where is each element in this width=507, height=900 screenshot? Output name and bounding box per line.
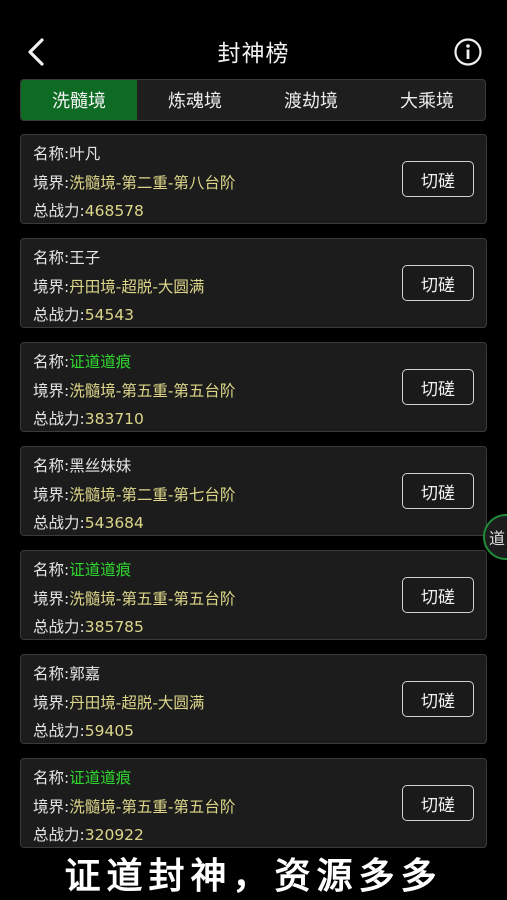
player-power: 54543 [84,306,135,324]
name-label: 名称: [33,249,70,267]
ranking-list: 名称:叶凡 境界:洗髓境-第二重-第八台阶 总战力:468578 切磋 名称:王… [20,134,487,862]
player-card: 名称:王子 境界:丹田境-超脱-大圆满 总战力:54543 切磋 [20,238,487,328]
player-realm: 洗髓境-第五重-第五台阶 [69,798,236,816]
player-name: 郭嘉 [69,665,101,683]
power-line: 总战力:54543 [33,303,134,325]
player-realm: 洗髓境-第五重-第五台阶 [69,590,236,608]
realm-line: 境界:洗髓境-第二重-第八台阶 [33,171,235,193]
name-label: 名称: [33,353,70,371]
player-power: 385785 [84,618,144,636]
name-line: 名称:黑丝妹妹 [33,454,131,476]
realm-label: 境界: [33,590,70,608]
power-label: 总战力: [33,410,85,428]
spar-button[interactable]: 切磋 [402,265,474,301]
realm-label: 境界: [33,174,70,192]
name-line: 名称:证道道痕 [33,558,131,580]
power-line: 总战力:320922 [33,823,144,845]
player-card: 名称:叶凡 境界:洗髓境-第二重-第八台阶 总战力:468578 切磋 [20,134,487,224]
info-icon[interactable] [453,37,483,67]
name-line: 名称:叶凡 [33,142,100,164]
realm-label: 境界: [33,694,70,712]
realm-line: 境界:丹田境-超脱-大圆满 [33,691,204,713]
player-card: 名称:证道道痕 境界:洗髓境-第五重-第五台阶 总战力:385785 切磋 [20,550,487,640]
name-label: 名称: [33,665,70,683]
player-name: 证道道痕 [69,561,132,579]
power-line: 总战力:468578 [33,199,144,221]
screen: 封神榜 洗髓境 炼魂境 渡劫境 大乘境 名称:叶凡 境界:洗髓境-第二重-第八台… [0,0,507,900]
name-label: 名称: [33,769,70,787]
realm-line: 境界:洗髓境-第五重-第五台阶 [33,795,235,817]
realm-line: 境界:丹田境-超脱-大圆满 [33,275,204,297]
realm-line: 境界:洗髓境-第五重-第五台阶 [33,587,235,609]
power-label: 总战力: [33,306,85,324]
power-label: 总战力: [33,618,85,636]
player-realm: 洗髓境-第二重-第八台阶 [69,174,236,192]
player-name: 证道道痕 [69,769,132,787]
power-line: 总战力:59405 [33,719,134,741]
tab-dacheng[interactable]: 大乘境 [369,80,485,120]
tab-dujie[interactable]: 渡劫境 [253,80,369,120]
name-line: 名称:王子 [33,246,100,268]
realm-label: 境界: [33,798,70,816]
power-label: 总战力: [33,826,85,844]
power-label: 总战力: [33,514,85,532]
player-power: 468578 [84,202,144,220]
header-bar: 封神榜 [0,0,507,76]
name-line: 名称:证道道痕 [33,350,131,372]
player-realm: 丹田境-超脱-大圆满 [69,278,205,296]
name-label: 名称: [33,561,70,579]
power-label: 总战力: [33,202,85,220]
realm-line: 境界:洗髓境-第二重-第七台阶 [33,483,235,505]
player-realm: 洗髓境-第五重-第五台阶 [69,382,236,400]
player-card: 名称:证道道痕 境界:洗髓境-第五重-第五台阶 总战力:320922 切磋 [20,758,487,848]
player-realm: 丹田境-超脱-大圆满 [69,694,205,712]
promo-slogan: 证道封神，资源多多 [64,855,443,897]
spar-button[interactable]: 切磋 [402,681,474,717]
player-name: 黑丝妹妹 [69,457,132,475]
name-line: 名称:郭嘉 [33,662,100,684]
player-power: 383710 [84,410,144,428]
name-line: 名称:证道道痕 [33,766,131,788]
player-power: 59405 [84,722,135,740]
player-realm: 洗髓境-第二重-第七台阶 [69,486,236,504]
spar-button[interactable]: 切磋 [402,785,474,821]
spar-button[interactable]: 切磋 [402,577,474,613]
spar-button[interactable]: 切磋 [402,473,474,509]
page-title: 封神榜 [217,41,290,67]
player-card: 名称:黑丝妹妹 境界:洗髓境-第二重-第七台阶 总战力:543684 切磋 [20,446,487,536]
power-line: 总战力:385785 [33,615,144,637]
name-label: 名称: [33,457,70,475]
player-name: 王子 [69,249,101,267]
power-line: 总战力:543684 [33,511,144,533]
player-name: 叶凡 [69,145,101,163]
player-card: 名称:郭嘉 境界:丹田境-超脱-大圆满 总战力:59405 切磋 [20,654,487,744]
realm-label: 境界: [33,382,70,400]
name-label: 名称: [33,145,70,163]
player-power: 320922 [84,826,144,844]
power-label: 总战力: [33,722,85,740]
realm-line: 境界:洗髓境-第五重-第五台阶 [33,379,235,401]
player-card: 名称:证道道痕 境界:洗髓境-第五重-第五台阶 总战力:383710 切磋 [20,342,487,432]
spar-button[interactable]: 切磋 [402,161,474,197]
spar-button[interactable]: 切磋 [402,369,474,405]
tab-lianhun[interactable]: 炼魂境 [137,80,253,120]
power-line: 总战力:383710 [33,407,144,429]
realm-label: 境界: [33,278,70,296]
realm-tabs: 洗髓境 炼魂境 渡劫境 大乘境 [20,79,486,121]
realm-label: 境界: [33,486,70,504]
player-power: 543684 [84,514,144,532]
player-name: 证道道痕 [69,353,132,371]
tab-xisui[interactable]: 洗髓境 [21,80,137,120]
